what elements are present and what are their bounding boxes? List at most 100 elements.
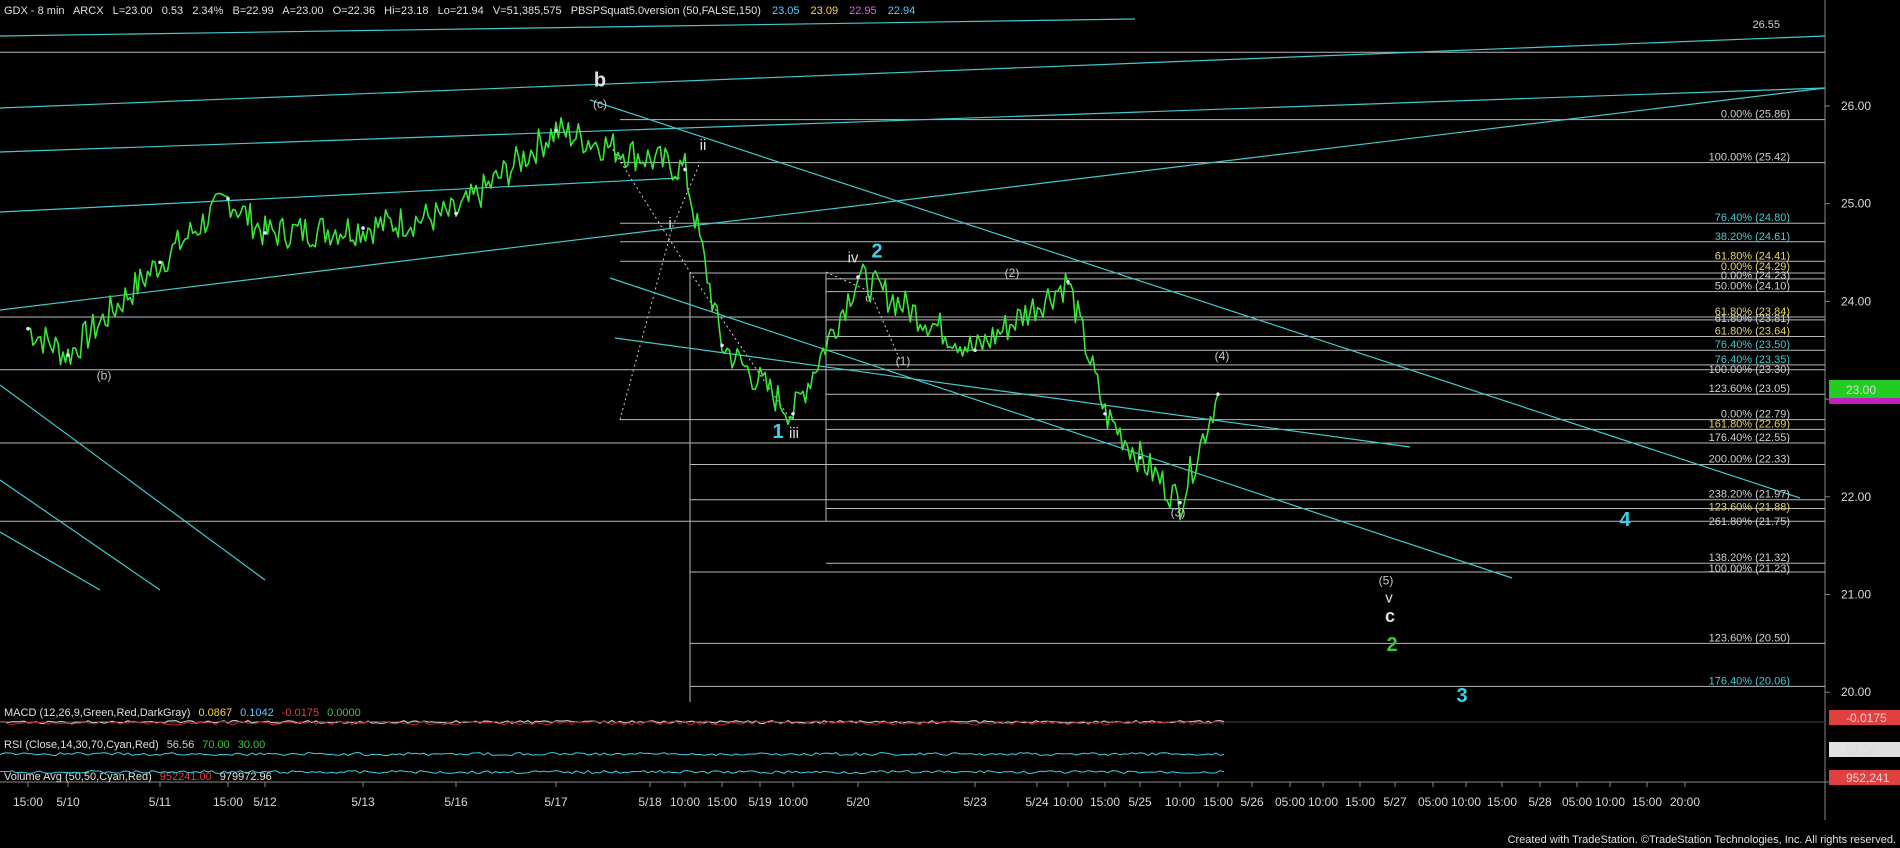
x-tick-label: 5/12 (253, 795, 277, 809)
x-tick-label: 15:00 (1487, 795, 1517, 809)
wave-label: (4) (1215, 349, 1230, 363)
macd-label-line: MACD (12,26,9,Green,Red,DarkGray) 0.0867 0… (4, 707, 361, 719)
wave-label: (3) (1171, 505, 1186, 519)
x-tick-label: 10:00 (778, 795, 808, 809)
price-point (226, 196, 230, 201)
study-value-1: 23.05 (772, 5, 800, 17)
macd-label: MACD (12,26,9,Green,Red,DarkGray) (4, 707, 190, 719)
chart-canvas: 0.00% (25.86) 100.00% (25.42) 76.40% (24.8… (0, 0, 1900, 848)
price-point (1178, 500, 1182, 505)
wave-label: v (1385, 589, 1393, 606)
fib-label: 100.00% (21.23) (1709, 563, 1790, 575)
wave-label: (c) (593, 97, 607, 111)
wave-label: c (1385, 606, 1395, 626)
x-tick-label: 5/13 (351, 795, 375, 809)
price-point (791, 411, 795, 416)
fib-label: 200.00% (22.33) (1709, 454, 1790, 466)
price-point (683, 167, 687, 172)
macd-value: -0.0175 (282, 707, 319, 719)
price-point (856, 275, 860, 279)
x-tick-label: 20:00 (1670, 795, 1700, 809)
x-tick-label: 5/17 (544, 795, 568, 809)
fib-label: 76.40% (23.50) (1715, 339, 1790, 351)
fib-label: 0.00% (25.86) (1721, 109, 1790, 121)
wave-label: 2 (871, 240, 882, 262)
fib-label: 176.40% (22.55) (1709, 432, 1790, 444)
rsi-value: 30.00 (238, 739, 266, 751)
open-label: O=22.36 (333, 5, 376, 17)
x-tick-label: 10:00 (1053, 795, 1083, 809)
x-tick-label: 5/18 (638, 795, 662, 809)
x-tick-label: 5/27 (1383, 795, 1407, 809)
price-point (66, 353, 70, 357)
low-label: Lo=21.94 (438, 5, 484, 17)
volume-axis-value: 952,241 (1846, 771, 1890, 785)
x-tick-label: 5/28 (1528, 795, 1552, 809)
fib-label: 176.40% (20.06) (1709, 675, 1790, 687)
x-tick-label: 15:00 (213, 795, 243, 809)
fib-label: 123.60% (21.88) (1709, 502, 1790, 514)
x-tick-label: 05:00 (1562, 795, 1592, 809)
rsi-axis-value: 56.56 (1846, 743, 1876, 757)
footer-credit: Created with TradeStation. ©TradeStation… (1508, 834, 1896, 846)
wave-label: b (594, 69, 606, 91)
price-point (1138, 455, 1142, 460)
x-tick-label: 15:00 (707, 795, 737, 809)
x-tick-label: 5/11 (149, 795, 172, 809)
price-point (554, 128, 558, 133)
price-point (361, 226, 365, 230)
wave-label: (5) (1379, 574, 1394, 588)
x-tick-label: 10:00 (1595, 795, 1625, 809)
x-tick-label: 5/23 (963, 795, 987, 809)
change-pct-label: 2.34% (192, 5, 223, 17)
x-tick-label: 15:00 (1345, 795, 1375, 809)
macd-value: 0.0867 (198, 707, 232, 719)
fib-label: 123.60% (20.50) (1709, 632, 1790, 644)
study-value-3: 22.95 (849, 5, 877, 17)
x-tick-label: 5/10 (56, 795, 80, 809)
wave-label: 4 (1619, 509, 1631, 531)
wave-label: iii (789, 425, 799, 442)
y-tick-label: 25.00 (1841, 197, 1871, 211)
x-tick-label: 5/20 (846, 795, 870, 809)
x-tick-label: 10:00 (1165, 795, 1195, 809)
fib-label: 123.60% (23.05) (1709, 383, 1790, 395)
x-tick-label: 5/19 (748, 795, 772, 809)
x-tick-label: 5/25 (1128, 795, 1152, 809)
price-point (1216, 392, 1220, 397)
price-point (720, 343, 724, 348)
wave-label: (b) (97, 369, 112, 383)
fib-label: 61.80% (23.64) (1715, 326, 1790, 338)
last-price-tag: 23.00 (1829, 380, 1900, 398)
fib-label: 238.20% (21.97) (1709, 489, 1790, 501)
rsi-value: 56.56 (167, 739, 195, 751)
y-tick-label: 24.00 (1841, 294, 1871, 308)
x-tick-label: 15:00 (13, 795, 43, 809)
fib-label: 261.80% (21.75) (1709, 516, 1790, 528)
last-price-marker (1829, 398, 1900, 404)
x-tick-label: 5/16 (444, 795, 468, 809)
price-point (158, 260, 162, 265)
fib-label: 100.00% (25.42) (1709, 152, 1790, 164)
price-point (454, 211, 458, 216)
x-tick-label: 10:00 (1451, 795, 1481, 809)
wave-label: 3 (1456, 685, 1467, 707)
x-tick-label: 05:00 (1418, 795, 1448, 809)
rsi-label: RSI (Close,14,30,70,Cyan,Red) (4, 739, 159, 751)
header-line: GDX - 8 min ARCX L=23.00 0.53 2.34% B=22… (4, 5, 915, 17)
study-value-4: 22.94 (888, 5, 916, 17)
last-price-value: 23.00 (1846, 383, 1876, 397)
wave-label: 2 (1386, 634, 1397, 656)
wave-label: 1 (772, 421, 783, 443)
bid-label: B=22.99 (232, 5, 273, 17)
price-point (263, 231, 267, 235)
rsi-value: 70.00 (202, 739, 230, 751)
top-level-label: 26.55 (1752, 19, 1780, 31)
rsi-label-line: RSI (Close,14,30,70,Cyan,Red) 56.56 70.00 3… (4, 739, 265, 751)
y-tick-label: 22.00 (1841, 490, 1871, 504)
study-label: PBSPSquat5.0version (50,FALSE,150) (571, 5, 761, 17)
fib-label: 50.00% (24.10) (1715, 281, 1790, 293)
volume-label: V=51,385,575 (493, 5, 562, 17)
ask-label: A=23.00 (282, 5, 323, 17)
fib-label: 100.00% (23.30) (1709, 364, 1790, 376)
